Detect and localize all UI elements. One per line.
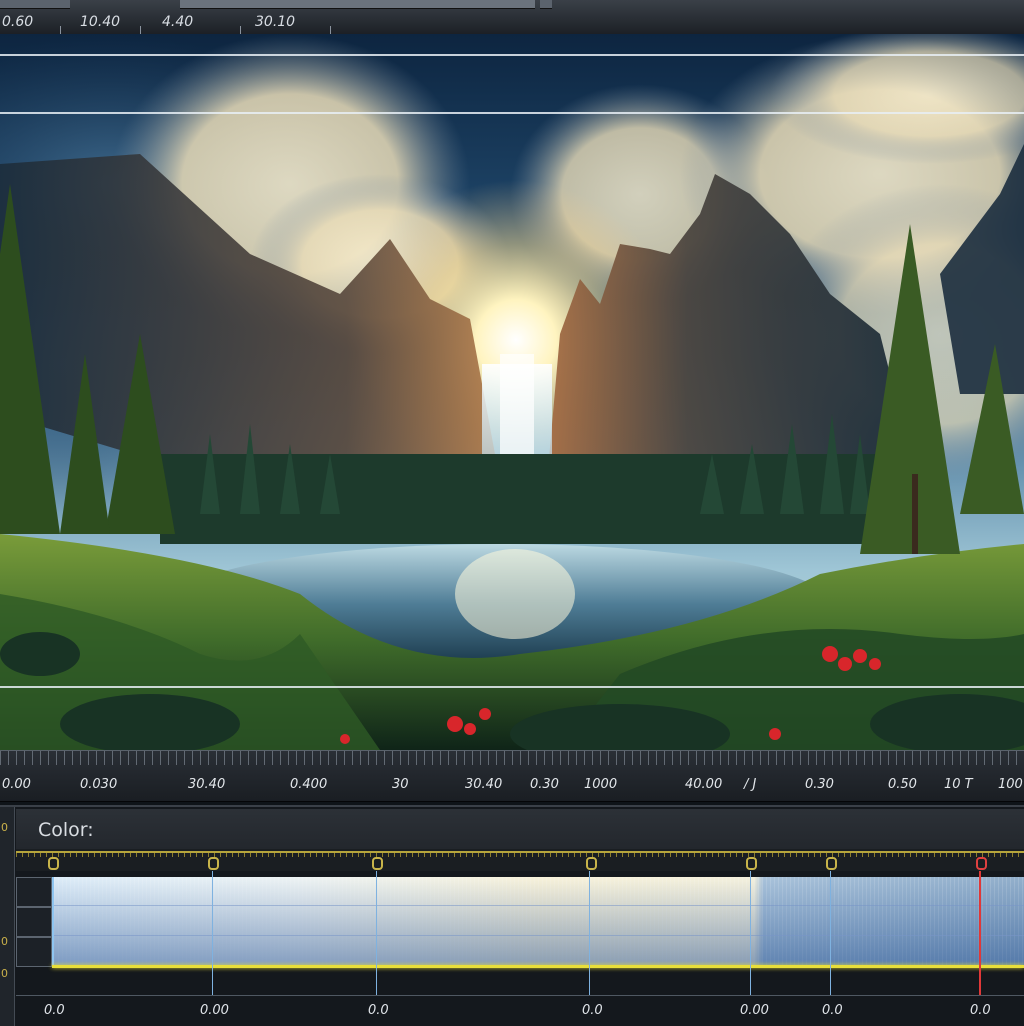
color-label: Color: xyxy=(38,819,94,841)
keyframe-track[interactable] xyxy=(16,849,1024,871)
bottom-label: 0.0 xyxy=(44,1003,65,1018)
preview-guide-line[interactable] xyxy=(0,112,1024,114)
side-glyph[interactable]: 0 xyxy=(1,821,8,834)
timeline-label: 1000 xyxy=(584,777,618,792)
timeline-label: 0.00 xyxy=(2,777,31,792)
timeline-label: 0.50 xyxy=(888,777,917,792)
color-header: Color: xyxy=(16,809,1024,850)
timeline-label: 0.30 xyxy=(530,777,559,792)
top-ruler-label: 0.60 xyxy=(2,14,34,30)
bottom-rule xyxy=(16,995,1024,996)
timeline-ruler[interactable]: 0.00 0.030 30.40 0.400 30 30.40 0.30 100… xyxy=(0,750,1024,802)
keyframe-marker[interactable] xyxy=(372,857,383,870)
color-panel: 0 0 0 Color: 0.0 0.00 0.0 0.0 0.00 0.0 0… xyxy=(0,805,1024,1026)
keyframe-line xyxy=(830,871,831,995)
bottom-label: 0.0 xyxy=(582,1003,603,1018)
timeline-label: 0.030 xyxy=(80,777,118,792)
keyframe-marker[interactable] xyxy=(48,857,59,870)
side-glyph[interactable]: 0 xyxy=(1,967,8,980)
channel-box[interactable] xyxy=(16,877,52,907)
bottom-label: 0.0 xyxy=(970,1003,991,1018)
timeline-label: 30.40 xyxy=(465,777,503,792)
bottom-label: 0.00 xyxy=(740,1003,769,1018)
timeline-label: / J xyxy=(744,777,757,792)
ruler-tick xyxy=(330,26,331,34)
keyframe-track-ticks xyxy=(16,853,1024,857)
landscape-image xyxy=(0,34,1024,750)
keyframe-line xyxy=(212,871,213,995)
keyframe-marker[interactable] xyxy=(586,857,597,870)
ruler-tick xyxy=(140,26,141,34)
preview-guide-line[interactable] xyxy=(0,54,1024,56)
side-glyph[interactable]: 0 xyxy=(1,935,8,948)
keyframe-line xyxy=(589,871,590,995)
gradient-fade xyxy=(54,877,1024,965)
timeline-label: 0.400 xyxy=(290,777,328,792)
keyframe-line xyxy=(376,871,377,995)
keyframe-marker-active[interactable] xyxy=(976,857,987,870)
top-ruler-tab[interactable] xyxy=(540,0,552,9)
yellow-baseline[interactable] xyxy=(52,965,1024,968)
timeline-label: 10 T xyxy=(944,777,973,792)
side-strip[interactable]: 0 0 0 xyxy=(0,807,15,1026)
top-ruler-label: 30.10 xyxy=(255,14,296,30)
ruler-tick xyxy=(240,26,241,34)
timeline-label: 100 xyxy=(998,777,1023,792)
channel-box[interactable] xyxy=(16,937,52,967)
bottom-label: 0.00 xyxy=(200,1003,229,1018)
bottom-label: 0.0 xyxy=(822,1003,843,1018)
top-ruler-tab[interactable] xyxy=(180,0,535,9)
timeline-label: 40.00 xyxy=(685,777,723,792)
ruler-tick xyxy=(60,26,61,34)
keyframe-line-active xyxy=(979,871,981,995)
timeline-label: 0.30 xyxy=(805,777,834,792)
keyframe-line xyxy=(750,871,751,995)
top-ruler-label: 4.40 xyxy=(162,14,194,30)
channel-box[interactable] xyxy=(16,907,52,937)
color-gradient-curve[interactable] xyxy=(52,877,1024,965)
keyframe-marker[interactable] xyxy=(208,857,219,870)
bottom-label: 0.0 xyxy=(368,1003,389,1018)
preview-guide-line[interactable] xyxy=(0,686,1024,688)
video-preview[interactable] xyxy=(0,34,1024,750)
gradient-gridline xyxy=(54,935,1024,936)
top-ruler-tab[interactable] xyxy=(0,0,70,9)
keyframe-marker[interactable] xyxy=(826,857,837,870)
top-ruler[interactable]: 0.60 10.40 4.40 30.10 xyxy=(0,0,1024,35)
timeline-label: 30.40 xyxy=(188,777,226,792)
timeline-ticks xyxy=(0,751,1024,765)
top-ruler-label: 10.40 xyxy=(80,14,121,30)
keyframe-marker[interactable] xyxy=(746,857,757,870)
gradient-gridline xyxy=(54,905,1024,906)
timeline-label: 30 xyxy=(392,777,409,792)
